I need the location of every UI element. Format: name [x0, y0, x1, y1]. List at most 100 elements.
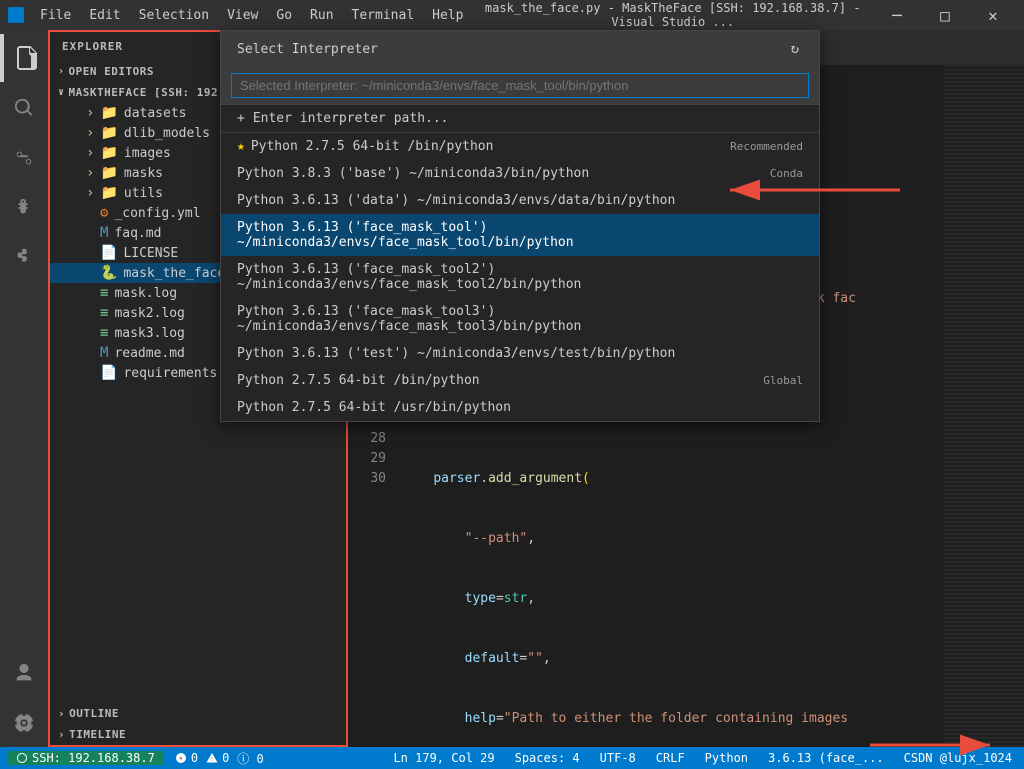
titlebar: File Edit Selection View Go Run Terminal… — [0, 0, 1024, 30]
ln-col-label: Ln 179, Col 29 — [393, 751, 494, 765]
workspace-chevron: ∨ — [58, 87, 65, 98]
tree-item-label: LICENSE — [123, 246, 178, 261]
log-icon: ≡ — [100, 325, 108, 341]
interp-label: Python 3.6.13 ('face_mask_tool3') ~/mini… — [237, 304, 803, 334]
interp-item-5[interactable]: Python 3.6.13 ('face_mask_tool3') ~/mini… — [221, 298, 819, 340]
images-folder-icon: 📁 — [100, 145, 117, 161]
interpreter-list: + Enter interpreter path... ★ Python 2.7… — [221, 105, 819, 421]
ln-col-indicator[interactable]: Ln 179, Col 29 — [389, 751, 498, 765]
tree-item-label: utils — [124, 186, 163, 201]
tree-item-label: datasets — [124, 106, 187, 121]
code-line-16: parser.add_argument( — [398, 469, 944, 489]
minimap-content — [944, 65, 1024, 747]
interp-label: Python 3.6.13 ('data') ~/miniconda3/envs… — [237, 193, 675, 208]
interpreter-refresh-button[interactable]: ↻ — [787, 39, 803, 59]
interp-item-left: Python 3.6.13 ('face_mask_tool2') ~/mini… — [237, 262, 803, 292]
interp-item-4[interactable]: Python 3.6.13 ('face_mask_tool2') ~/mini… — [221, 256, 819, 298]
menu-view[interactable]: View — [219, 6, 266, 25]
utils-folder-icon: 📁 — [100, 185, 117, 201]
activity-extensions[interactable] — [0, 234, 48, 282]
tree-item-label: mask3.log — [114, 326, 184, 341]
errors-indicator[interactable]: ✕ 0 0 ⓘ 0 — [171, 750, 268, 767]
interp-badge: Recommended — [730, 140, 803, 153]
tree-item-label: faq.md — [114, 226, 161, 241]
masks-folder-icon: 📁 — [100, 165, 117, 181]
remote-indicator[interactable]: SSH: 192.168.38.7 — [8, 751, 163, 765]
titlebar-left: File Edit Selection View Go Run Terminal… — [8, 6, 471, 25]
line-ending-indicator[interactable]: CRLF — [652, 751, 689, 765]
interp-label: Python 2.7.5 64-bit /bin/python — [237, 373, 480, 388]
interp-label: Python 3.6.13 ('face_mask_tool2') ~/mini… — [237, 262, 803, 292]
interp-item-left: Python 3.6.13 ('data') ~/miniconda3/envs… — [237, 193, 675, 208]
interp-item-left: Python 3.6.13 ('face_mask_tool3') ~/mini… — [237, 304, 803, 334]
outline-chevron: › — [58, 707, 65, 720]
menu-run[interactable]: Run — [302, 6, 341, 25]
interpreter-dialog: Select Interpreter ↻ + Enter interpreter… — [220, 30, 820, 422]
menu-selection[interactable]: Selection — [131, 6, 217, 25]
status-bar-right: Ln 179, Col 29 Spaces: 4 UTF-8 CRLF Pyth… — [389, 751, 1016, 765]
activity-files[interactable] — [0, 34, 48, 82]
menu-file[interactable]: File — [32, 6, 79, 25]
plus-icon: + — [237, 111, 245, 126]
tree-item-label: masks — [124, 166, 163, 181]
interpreter-search-input[interactable] — [231, 73, 809, 98]
activity-search[interactable] — [0, 84, 48, 132]
txt-icon: 📄 — [100, 365, 117, 381]
enter-path-label: Enter interpreter path... — [253, 111, 449, 126]
folder-icon: › — [86, 105, 94, 121]
spaces-indicator[interactable]: Spaces: 4 — [511, 751, 584, 765]
menu-terminal[interactable]: Terminal — [344, 6, 423, 25]
minimize-button[interactable]: ─ — [874, 0, 920, 30]
interp-label: Python 2.7.5 64-bit /usr/bin/python — [237, 400, 511, 415]
status-bar-left: SSH: 192.168.38.7 ✕ 0 0 ⓘ 0 — [8, 750, 268, 767]
code-line-18: type=str, — [398, 589, 944, 609]
code-line-20: help="Path to either the folder containi… — [398, 709, 944, 729]
warning-count: 0 — [222, 751, 229, 765]
menu-edit[interactable]: Edit — [81, 6, 128, 25]
window-title: mask_the_face.py - MaskTheFace [SSH: 192… — [471, 1, 874, 29]
tree-item-label: mask2.log — [114, 306, 184, 321]
window-controls: ─ □ ✕ — [874, 0, 1016, 30]
line-ending-label: CRLF — [656, 751, 685, 765]
spaces-label: Spaces: 4 — [515, 751, 580, 765]
close-button[interactable]: ✕ — [970, 0, 1016, 30]
interp-item-3[interactable]: Python 3.6.13 ('face_mask_tool') ~/minic… — [221, 214, 819, 256]
interp-item-7[interactable]: Python 2.7.5 64-bit /bin/python Global — [221, 367, 819, 394]
folder-icon: › — [86, 165, 94, 181]
activity-settings[interactable] — [0, 699, 48, 747]
minimap — [944, 65, 1024, 747]
interp-item-0[interactable]: ★ Python 2.7.5 64-bit /bin/python Recomm… — [221, 133, 819, 160]
menu-go[interactable]: Go — [268, 6, 300, 25]
lic-icon: 📄 — [100, 245, 117, 261]
encoding-label: UTF-8 — [600, 751, 636, 765]
outline-section[interactable]: › OUTLINE — [50, 703, 346, 724]
datasets-folder-icon: 📁 — [100, 105, 117, 121]
maximize-button[interactable]: □ — [922, 0, 968, 30]
activity-source-control[interactable] — [0, 134, 48, 182]
tree-item-label: _config.yml — [114, 206, 200, 221]
interp-item-1[interactable]: Python 3.8.3 ('base') ~/miniconda3/bin/p… — [221, 160, 819, 187]
timeline-chevron: › — [58, 728, 65, 741]
tree-item-label: dlib_models — [124, 126, 210, 141]
interp-item-6[interactable]: Python 3.6.13 ('test') ~/miniconda3/envs… — [221, 340, 819, 367]
interp-item-8[interactable]: Python 2.7.5 64-bit /usr/bin/python — [221, 394, 819, 421]
info-count: ⓘ 0 — [237, 750, 263, 767]
activity-debug[interactable] — [0, 184, 48, 232]
watermark-indicator: CSDN @lujx_1024 — [900, 751, 1016, 765]
timeline-section[interactable]: › TIMELINE — [50, 724, 346, 745]
menu-help[interactable]: Help — [424, 6, 471, 25]
svg-text:✕: ✕ — [179, 755, 183, 762]
language-indicator[interactable]: Python — [701, 751, 752, 765]
folder-icon: › — [86, 145, 94, 161]
encoding-indicator[interactable]: UTF-8 — [596, 751, 640, 765]
activity-accounts[interactable] — [0, 649, 48, 697]
interp-item-left: ★ Python 2.7.5 64-bit /bin/python — [237, 139, 493, 154]
interp-label: Python 3.6.13 ('test') ~/miniconda3/envs… — [237, 346, 675, 361]
folder-icon: › — [86, 185, 94, 201]
interpreter-indicator[interactable]: 3.6.13 (face_... — [764, 751, 888, 765]
interpreter-search-container — [221, 67, 819, 105]
dlib-folder-icon: 📁 — [100, 125, 117, 141]
interpreter-header: Select Interpreter ↻ — [221, 31, 819, 67]
enter-path-item[interactable]: + Enter interpreter path... — [221, 105, 819, 133]
interp-item-2[interactable]: Python 3.6.13 ('data') ~/miniconda3/envs… — [221, 187, 819, 214]
